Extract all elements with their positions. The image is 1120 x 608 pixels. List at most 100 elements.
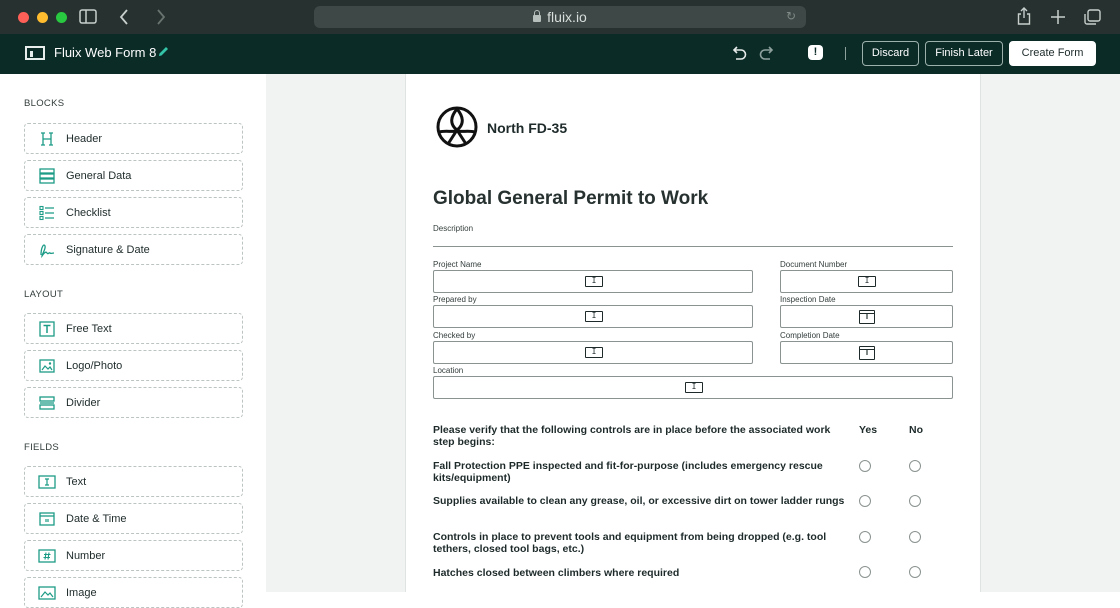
block-header[interactable]: Header <box>24 123 243 154</box>
image-icon <box>38 584 56 602</box>
block-checklist[interactable]: Checklist <box>24 197 243 228</box>
block-label: Divider <box>66 396 101 409</box>
form-page <box>405 74 981 592</box>
minimize-window-button[interactable] <box>37 12 48 23</box>
blocks-section-title: BLOCKS <box>24 98 65 109</box>
checked-by-label: Checked by <box>433 331 476 340</box>
no-column-header: No <box>909 424 923 436</box>
block-free-text[interactable]: Free Text <box>24 313 243 344</box>
calendar-icon <box>859 310 875 324</box>
yes-radio[interactable] <box>859 460 871 472</box>
completion-date-field[interactable] <box>780 341 953 364</box>
block-date-time[interactable]: Date & Time <box>24 503 243 534</box>
browser-toolbar: fluix.io ↻ <box>0 0 1120 34</box>
divider-icon <box>38 394 56 412</box>
calendar-icon <box>859 346 875 360</box>
form-title-header[interactable]: Fluix Web Form 8 <box>54 45 156 61</box>
block-text-field[interactable]: Text <box>24 466 243 497</box>
block-label: Checklist <box>66 206 111 219</box>
no-radio[interactable] <box>909 531 921 543</box>
block-image[interactable]: Image <box>24 577 243 608</box>
block-number[interactable]: Number <box>24 540 243 571</box>
calendar-icon <box>38 510 56 528</box>
pencil-icon[interactable] <box>157 45 170 58</box>
address-bar[interactable]: fluix.io ↻ <box>314 6 806 28</box>
text-type-icon: I <box>585 311 603 322</box>
checklist-icon <box>38 204 56 222</box>
block-signature-date[interactable]: Signature & Date <box>24 234 243 265</box>
alert-icon[interactable]: ! <box>808 45 823 60</box>
tabs-icon[interactable] <box>1084 9 1101 25</box>
forward-icon[interactable] <box>156 9 166 25</box>
text-type-icon: I <box>585 276 603 287</box>
general-data-icon <box>38 167 56 185</box>
organization-logo[interactable] <box>436 106 478 148</box>
block-label: Image <box>66 586 97 599</box>
no-radio[interactable] <box>909 495 921 507</box>
header-icon <box>38 130 56 148</box>
block-label: General Data <box>66 169 132 182</box>
checklist-item[interactable]: Controls in place to prevent tools and e… <box>433 531 853 555</box>
block-divider[interactable]: Divider <box>24 387 243 418</box>
yes-column-header: Yes <box>859 424 878 436</box>
redo-icon[interactable] <box>759 46 775 60</box>
lock-icon <box>533 10 542 22</box>
document-number-field[interactable]: I <box>780 270 953 293</box>
text-type-icon: I <box>685 382 703 393</box>
header-divider <box>845 47 846 60</box>
block-label: Text <box>66 475 87 488</box>
number-icon <box>38 547 56 565</box>
photo-icon <box>38 357 56 375</box>
block-label: Date & Time <box>66 512 127 525</box>
create-form-button[interactable]: Create Form <box>1009 41 1096 66</box>
description-label[interactable]: Description <box>433 224 473 233</box>
finish-later-button[interactable]: Finish Later <box>925 41 1003 66</box>
discard-button[interactable]: Discard <box>862 41 919 66</box>
project-name-field[interactable]: I <box>433 270 753 293</box>
yes-radio[interactable] <box>859 566 871 578</box>
block-label: Signature & Date <box>66 243 150 256</box>
checklist-question[interactable]: Please verify that the following control… <box>433 424 853 448</box>
text-type-icon: I <box>585 347 603 358</box>
yes-radio[interactable] <box>859 531 871 543</box>
yes-radio[interactable] <box>859 495 871 507</box>
block-label: Free Text <box>66 322 112 335</box>
new-tab-icon[interactable] <box>1051 10 1065 24</box>
inspection-date-field[interactable] <box>780 305 953 328</box>
organization-name[interactable]: North FD-35 <box>487 120 567 136</box>
block-general-data[interactable]: General Data <box>24 160 243 191</box>
signature-icon <box>38 241 56 259</box>
text-field-icon <box>38 473 56 491</box>
document-number-label: Document Number <box>780 260 848 269</box>
checked-by-field[interactable]: I <box>433 341 753 364</box>
completion-date-label: Completion Date <box>780 331 840 340</box>
checklist-item[interactable]: Hatches closed between climbers where re… <box>433 567 853 579</box>
location-field[interactable]: I <box>433 376 953 399</box>
back-icon[interactable] <box>119 9 129 25</box>
no-radio[interactable] <box>909 460 921 472</box>
text-type-icon: I <box>858 276 876 287</box>
location-label: Location <box>433 366 464 375</box>
window-controls <box>18 12 67 23</box>
maximize-window-button[interactable] <box>56 12 67 23</box>
project-name-label: Project Name <box>433 260 482 269</box>
checklist-item[interactable]: Supplies available to clean any grease, … <box>433 495 853 507</box>
prepared-by-field[interactable]: I <box>433 305 753 328</box>
close-window-button[interactable] <box>18 12 29 23</box>
free-text-icon <box>38 320 56 338</box>
reload-icon[interactable]: ↻ <box>786 9 796 23</box>
no-radio[interactable] <box>909 566 921 578</box>
form-icon <box>25 46 45 60</box>
url-text: fluix.io <box>547 9 587 25</box>
block-label: Header <box>66 132 103 145</box>
form-title[interactable]: Global General Permit to Work <box>433 188 708 210</box>
sidebar-icon[interactable] <box>79 9 97 24</box>
description-underline <box>433 246 953 247</box>
share-icon[interactable] <box>1017 7 1031 25</box>
block-label: Number <box>66 549 106 562</box>
block-label: Logo/Photo <box>66 359 123 372</box>
undo-icon[interactable] <box>731 46 747 60</box>
block-logo-photo[interactable]: Logo/Photo <box>24 350 243 381</box>
checklist-item[interactable]: Fall Protection PPE inspected and fit-fo… <box>433 460 853 484</box>
prepared-by-label: Prepared by <box>433 295 477 304</box>
